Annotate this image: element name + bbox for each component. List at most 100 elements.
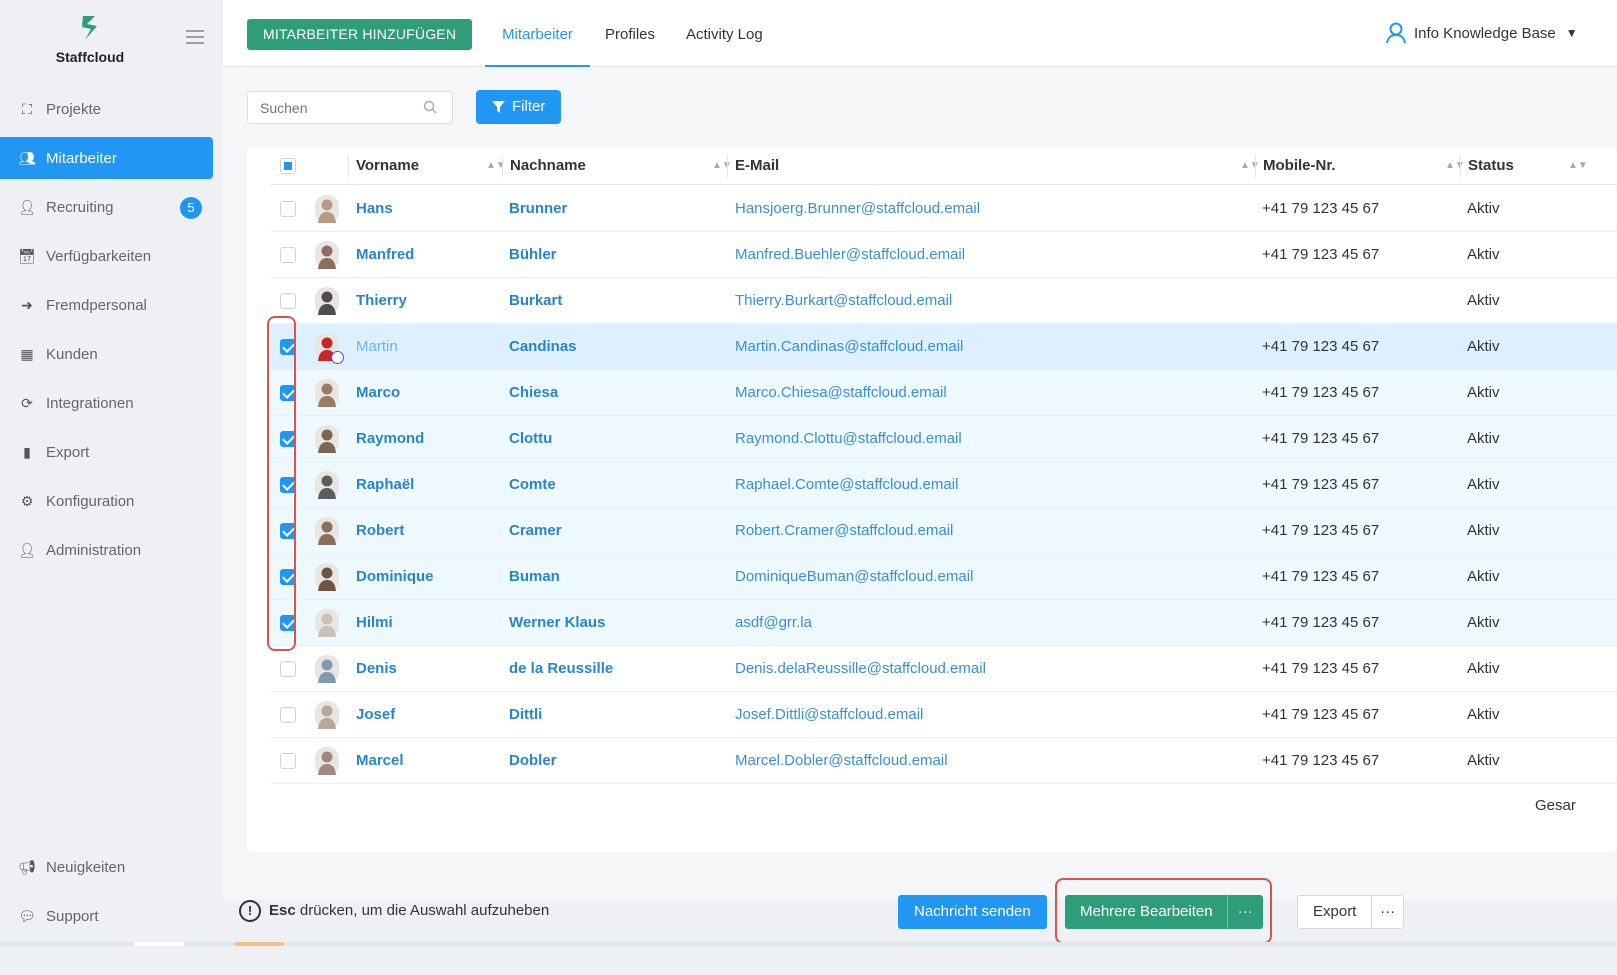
- table-row[interactable]: Marco Chiesa Marco.Chiesa@staffcloud.email…: [271, 370, 1617, 416]
- cell-email[interactable]: Marco.Chiesa@staffcloud.email: [735, 370, 947, 416]
- multi-edit-highlight-frame: [1055, 878, 1272, 944]
- cell-last-name[interactable]: Dobler: [509, 738, 557, 784]
- cell-last-name[interactable]: Burkart: [509, 278, 562, 324]
- table-row[interactable]: Josef Dittli Josef.Dittli@staffcloud.email…: [271, 692, 1617, 738]
- table-row[interactable]: Marcel Dobler Marcel.Dobler@staffcloud.ema…: [271, 738, 1617, 784]
- row-checkbox[interactable]: [280, 247, 296, 263]
- table-total: Gesar: [1535, 797, 1576, 814]
- filter-button[interactable]: Filter: [476, 90, 562, 124]
- cell-last-name[interactable]: Cramer: [509, 508, 562, 554]
- cell-last-name[interactable]: Chiesa: [509, 370, 558, 416]
- table-row[interactable]: Manfred Bühler Manfred.Buehler@staffcloud.…: [271, 232, 1617, 278]
- cell-last-name[interactable]: Bühler: [509, 232, 557, 278]
- cell-last-name[interactable]: Werner Klaus: [509, 600, 605, 646]
- row-checkbox[interactable]: [280, 201, 296, 217]
- table-row[interactable]: Raphaël Comte Raphael.Comte@staffcloud.ema…: [271, 462, 1617, 508]
- user-menu[interactable]: Info Knowledge Base ▼: [1386, 22, 1578, 44]
- sidebar-item-projekte[interactable]: ⛶ Projekte: [0, 88, 213, 130]
- table-row[interactable]: Thierry Burkart Thierry.Burkart@staffcloud…: [271, 278, 1617, 324]
- cell-email[interactable]: Thierry.Burkart@staffcloud.email: [735, 278, 952, 324]
- cell-last-name[interactable]: Candinas: [509, 324, 577, 370]
- cell-email[interactable]: Martin.Candinas@staffcloud.email: [735, 324, 963, 370]
- column-header-email[interactable]: E-Mail ▲▼: [735, 147, 1260, 185]
- cell-mobile: +41 79 123 45 67: [1262, 522, 1380, 539]
- select-all-checkbox[interactable]: [280, 158, 296, 174]
- add-employee-button[interactable]: MITARBEITER HINZUFÜGEN: [247, 19, 473, 50]
- column-header-mobile[interactable]: Mobile-Nr. ▲▼: [1263, 147, 1468, 185]
- sidebar-item-neuigkeiten[interactable]: 📢︎ Neuigkeiten: [0, 846, 213, 888]
- cell-email[interactable]: Denis.delaReussille@staffcloud.email: [735, 646, 986, 692]
- table-row[interactable]: Robert Cramer Robert.Cramer@staffcloud.ema…: [271, 508, 1617, 554]
- row-checkbox[interactable]: [280, 753, 296, 769]
- column-header-status[interactable]: Status ▲▼: [1468, 147, 1617, 185]
- user-icon: [1386, 22, 1406, 44]
- cell-first-name[interactable]: Marcel: [356, 738, 404, 784]
- tab-activity-log[interactable]: Activity Log: [686, 0, 763, 67]
- sidebar-item-kunden[interactable]: ▦ Kunden: [0, 333, 213, 375]
- column-header-nachname[interactable]: Nachname ▲▼: [510, 147, 732, 185]
- row-checkbox[interactable]: [280, 661, 296, 677]
- table-row[interactable]: Hans Brunner Hansjoerg.Brunner@staffcloud.…: [271, 186, 1617, 232]
- cell-first-name[interactable]: Raymond: [356, 416, 424, 462]
- cell-last-name[interactable]: Comte: [509, 462, 556, 508]
- table-row[interactable]: Martin Candinas Martin.Candinas@staffcloud…: [271, 324, 1617, 370]
- cell-first-name[interactable]: Thierry: [356, 278, 407, 324]
- sidebar-item-verfgbarkeiten[interactable]: 📅︎ Verfügbarkeiten: [0, 235, 213, 277]
- table-row[interactable]: Dominique Buman DominiqueBuman@staffcloud.…: [271, 554, 1617, 600]
- sidebar-item-administration[interactable]: 👤︎ Administration: [0, 529, 213, 571]
- tab-profiles[interactable]: Profiles: [605, 0, 655, 67]
- table-row[interactable]: Raymond Clottu Raymond.Clottu@staffcloud.e…: [271, 416, 1617, 462]
- cell-email[interactable]: DominiqueBuman@staffcloud.email: [735, 554, 973, 600]
- sidebar-item-konfiguration[interactable]: ⚙ Konfiguration: [0, 480, 213, 522]
- cell-email[interactable]: Raymond.Clottu@staffcloud.email: [735, 416, 962, 462]
- cell-first-name[interactable]: Manfred: [356, 232, 414, 278]
- sidebar-item-support[interactable]: 💬︎ Support: [0, 895, 213, 937]
- tab-mitarbeiter[interactable]: Mitarbeiter: [485, 0, 590, 67]
- cell-first-name[interactable]: Robert: [356, 508, 404, 554]
- table-row[interactable]: Hilmi Werner Klaus asdf@grr.la +41 79 123 4…: [271, 600, 1617, 646]
- avatar: [315, 655, 339, 683]
- send-message-button[interactable]: Nachricht senden: [898, 895, 1047, 929]
- cell-email[interactable]: Raphael.Comte@staffcloud.email: [735, 462, 958, 508]
- cell-status: Aktiv: [1467, 292, 1500, 309]
- app-logo[interactable]: Staffcloud: [50, 14, 130, 65]
- menu-toggle-icon[interactable]: [186, 30, 204, 44]
- column-header-vorname[interactable]: Vorname ▲▼: [356, 147, 506, 185]
- cell-status: Aktiv: [1467, 246, 1500, 263]
- avatar: [315, 517, 339, 545]
- sidebar-item-label: Administration: [46, 541, 142, 559]
- cell-last-name[interactable]: Dittli: [509, 692, 542, 738]
- cell-first-name[interactable]: Josef: [356, 692, 395, 738]
- sidebar-item-recruiting[interactable]: 👤︎ Recruiting 5: [0, 186, 213, 228]
- cell-email[interactable]: asdf@grr.la: [735, 600, 812, 646]
- cell-email[interactable]: Marcel.Dobler@staffcloud.email: [735, 738, 948, 784]
- avatar: [315, 241, 339, 269]
- cell-last-name[interactable]: Clottu: [509, 416, 552, 462]
- cell-first-name[interactable]: Raphaël: [356, 462, 414, 508]
- cell-last-name[interactable]: de la Reussille: [509, 646, 613, 692]
- esc-hint: Esc drücken, um die Auswahl aufzuheben: [269, 902, 550, 919]
- cell-email[interactable]: Hansjoerg.Brunner@staffcloud.email: [735, 186, 980, 232]
- table-row[interactable]: Denis de la Reussille Denis.delaReussille@…: [271, 646, 1617, 692]
- cell-first-name[interactable]: Dominique: [356, 554, 434, 600]
- sidebar-item-mitarbeiter[interactable]: 👥︎ Mitarbeiter: [0, 137, 213, 179]
- cell-first-name[interactable]: Martin: [356, 324, 398, 370]
- cell-first-name[interactable]: Denis: [356, 646, 397, 692]
- row-checkbox[interactable]: [280, 707, 296, 723]
- row-checkbox[interactable]: [280, 293, 296, 309]
- cell-first-name[interactable]: Hans: [356, 186, 393, 232]
- avatar: [315, 609, 339, 637]
- cell-last-name[interactable]: Buman: [509, 554, 560, 600]
- cell-mobile: +41 79 123 45 67: [1262, 200, 1380, 217]
- sidebar-item-fremdpersonal[interactable]: ➜ Fremdpersonal: [0, 284, 213, 326]
- cell-email[interactable]: Josef.Dittli@staffcloud.email: [735, 692, 923, 738]
- cell-last-name[interactable]: Brunner: [509, 186, 567, 232]
- cell-first-name[interactable]: Marco: [356, 370, 400, 416]
- sidebar-item-integrationen[interactable]: ⟳ Integrationen: [0, 382, 213, 424]
- export-button[interactable]: Export: [1298, 896, 1373, 928]
- cell-email[interactable]: Manfred.Buehler@staffcloud.email: [735, 232, 965, 278]
- sidebar-item-export[interactable]: ▮ Export: [0, 431, 213, 473]
- cell-email[interactable]: Robert.Cramer@staffcloud.email: [735, 508, 953, 554]
- cell-first-name[interactable]: Hilmi: [356, 600, 393, 646]
- export-more-button[interactable]: ···: [1372, 896, 1403, 928]
